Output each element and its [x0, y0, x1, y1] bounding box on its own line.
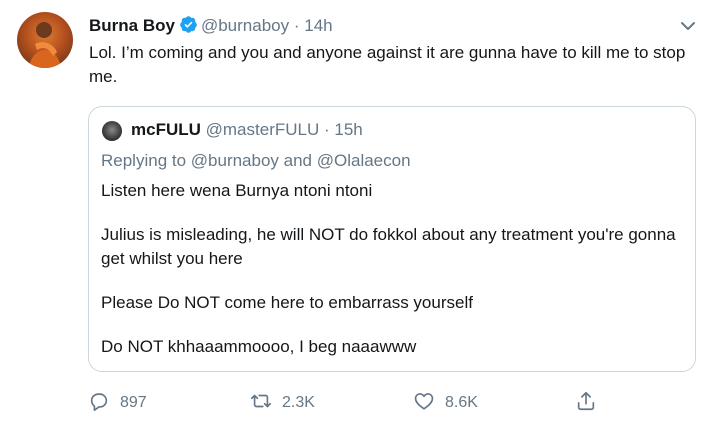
- quoted-tweet-time: 15h: [334, 120, 363, 139]
- verified-icon: [179, 15, 198, 39]
- retweet-button[interactable]: 2.3K: [250, 388, 315, 418]
- retweet-icon: [250, 390, 282, 417]
- quoted-line: Listen here wena Burnya ntoni ntoni: [101, 181, 373, 200]
- quoted-author-name: mcFULU: [131, 120, 201, 139]
- replying-to: Replying to @burnaboy and @Olalaecon: [101, 151, 411, 170]
- quoted-tweet-header: mcFULU @masterFULU · 15h: [131, 120, 363, 140]
- tweet[interactable]: Burna Boy @burnaboy · 14h Lol. I’m coming…: [0, 0, 715, 430]
- reply-button[interactable]: 897: [88, 388, 147, 418]
- separator-dot: ·: [323, 120, 330, 139]
- tweet-text: Lol. I’m coming and you and anyone again…: [89, 43, 686, 86]
- reply-count: 897: [120, 394, 147, 411]
- author-avatar[interactable]: [17, 12, 73, 68]
- quoted-line: Please Do NOT come here to embarrass you…: [101, 293, 473, 312]
- tweet-time[interactable]: 14h: [304, 16, 332, 35]
- quoted-line: Do NOT khhaaammoooo, I beg naaawww: [101, 337, 417, 356]
- chevron-down-icon[interactable]: [678, 16, 698, 36]
- reply-icon: [88, 390, 120, 417]
- tweet-actions: 897 2.3K 8.6K: [0, 388, 715, 418]
- author-name[interactable]: Burna Boy: [89, 16, 175, 35]
- tweet-header: Burna Boy @burnaboy · 14h: [89, 15, 333, 39]
- share-icon: [575, 390, 607, 417]
- retweet-count: 2.3K: [282, 394, 315, 411]
- like-button[interactable]: 8.6K: [413, 388, 478, 418]
- quoted-tweet-text: Listen here wena Burnya ntoni ntoni Juli…: [101, 179, 681, 379]
- separator-dot: ·: [293, 16, 300, 35]
- like-count: 8.6K: [445, 394, 478, 411]
- quoted-tweet[interactable]: mcFULU @masterFULU · 15h Replying to @bu…: [88, 106, 696, 372]
- quoted-line: Julius is misleading, he will NOT do fok…: [101, 225, 676, 268]
- like-icon: [413, 390, 445, 417]
- quoted-author-avatar[interactable]: [102, 121, 122, 141]
- quoted-author-handle: @masterFULU: [205, 120, 320, 139]
- share-button[interactable]: [575, 388, 607, 418]
- author-handle[interactable]: @burnaboy: [201, 16, 289, 35]
